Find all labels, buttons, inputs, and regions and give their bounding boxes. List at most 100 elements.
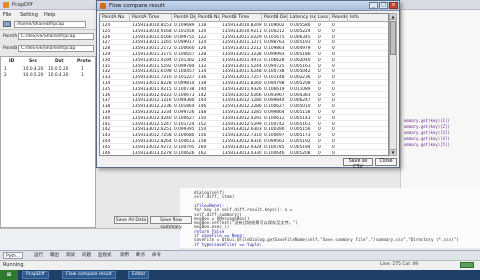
- scroll-down-icon[interactable]: ▼: [390, 149, 396, 155]
- table-cell[interactable]: 1359133012.121624: [130, 98, 172, 103]
- table-cell[interactable]: 132: [100, 69, 130, 74]
- table-cell[interactable]: [348, 64, 388, 69]
- table-cell[interactable]: [348, 122, 388, 127]
- table-cell[interactable]: 0.100738: [262, 69, 288, 74]
- table-cell[interactable]: 1359133011.323885: [220, 52, 262, 57]
- table-cell[interactable]: [348, 104, 388, 109]
- table-cell[interactable]: 130: [100, 58, 130, 63]
- table-cell[interactable]: 128: [196, 52, 220, 57]
- table-cell[interactable]: 148: [196, 110, 220, 115]
- table-cell[interactable]: 124: [100, 23, 130, 28]
- table-cell[interactable]: 0: [330, 145, 348, 150]
- table-cell[interactable]: 0.005042: [288, 69, 316, 74]
- table-cell[interactable]: 0: [330, 52, 348, 57]
- table-cell[interactable]: 139: [100, 110, 130, 115]
- table-cell[interactable]: 140: [100, 116, 130, 121]
- table-cell[interactable]: 0: [330, 151, 348, 155]
- table-cell[interactable]: 0: [316, 151, 330, 155]
- table-cell[interactable]: 134: [100, 81, 130, 86]
- table-cell[interactable]: [348, 52, 388, 57]
- table-row[interactable]: 1401359133012.4240310.100627150135913301…: [100, 116, 388, 121]
- table-cell[interactable]: 1359133012.529916: [220, 122, 262, 127]
- flow-cell[interactable]: 10.0.4.20: [48, 73, 69, 78]
- flow-cell[interactable]: 2: [4, 73, 7, 78]
- table-cell[interactable]: 0: [316, 52, 330, 57]
- taskbar-item[interactable]: Editor: [128, 271, 150, 279]
- tab-command[interactable]: 命令: [150, 252, 163, 259]
- close-icon[interactable]: ×: [389, 2, 398, 9]
- table-cell[interactable]: [348, 23, 388, 28]
- table-cell[interactable]: 1359133012.228698: [220, 104, 262, 109]
- table-cell[interactable]: 0.002236: [288, 75, 316, 80]
- table-cell[interactable]: 1359133011.221211: [220, 46, 262, 51]
- table-row[interactable]: 1301359133011.4194610.101302130135913301…: [100, 58, 388, 63]
- table-cell[interactable]: 0.100390: [262, 127, 288, 132]
- table-cell[interactable]: 1359133012.424031: [130, 116, 172, 121]
- table-cell[interactable]: 0.005161: [288, 64, 316, 69]
- table-cell[interactable]: 0: [330, 64, 348, 69]
- table-cell[interactable]: 0.101227: [172, 75, 196, 80]
- table-cell[interactable]: 0: [330, 58, 348, 63]
- table-cell[interactable]: 0: [316, 122, 330, 127]
- flow-cell[interactable]: 10.0.4.20: [23, 67, 44, 72]
- table-cell[interactable]: 0.006345: [288, 35, 316, 40]
- table-cell[interactable]: [348, 133, 388, 138]
- table-cell[interactable]: 1359133012.630306: [220, 127, 262, 132]
- table-cell[interactable]: 1359133011.826041: [220, 81, 262, 86]
- table-cell[interactable]: 1359133010.815391: [130, 23, 172, 28]
- table-cell[interactable]: 1359133011.116518: [130, 40, 172, 45]
- flow-cell[interactable]: 10.0.5.20: [48, 67, 69, 72]
- table-cell[interactable]: 146: [100, 151, 130, 155]
- table-cell[interactable]: 1359133011.127179: [220, 40, 262, 45]
- table-cell[interactable]: 1359133011.022947: [220, 35, 262, 40]
- table-cell[interactable]: 137: [100, 98, 130, 103]
- table-cell[interactable]: 154: [196, 127, 220, 132]
- table-cell[interactable]: 162: [196, 151, 220, 155]
- table-row[interactable]: 1451359133012.9272260.100795160135913301…: [100, 145, 388, 150]
- table-cell[interactable]: 158: [196, 139, 220, 144]
- table-cell[interactable]: 0.099755: [172, 35, 196, 40]
- table-cell[interactable]: 0.004979: [288, 46, 316, 51]
- table-cell[interactable]: [348, 29, 388, 34]
- table-row[interactable]: 1441359133012.8264430.100613158135913301…: [100, 139, 388, 145]
- table-row[interactable]: 1281359133011.2172320.100660126135913301…: [100, 46, 388, 52]
- table-cell[interactable]: 0.101302: [172, 58, 196, 63]
- flow-col-src[interactable]: Src: [29, 59, 37, 64]
- table-cell[interactable]: 0: [330, 40, 348, 45]
- table-cell[interactable]: [348, 151, 388, 155]
- table-cell[interactable]: 0.100697: [262, 133, 288, 138]
- table-cell[interactable]: 1359133012.328562: [220, 110, 262, 115]
- table-cell[interactable]: 118: [196, 23, 220, 28]
- table-cell[interactable]: 0.101675: [262, 35, 288, 40]
- table-cell[interactable]: 0.005224: [288, 29, 316, 34]
- table-cell[interactable]: 0.005186: [288, 52, 316, 57]
- table-cell[interactable]: 145: [100, 145, 130, 150]
- table-cell[interactable]: 0: [316, 75, 330, 80]
- table-cell[interactable]: 0.100613: [172, 139, 196, 144]
- table-row[interactable]: 1411359133012.5247550.101724152135913301…: [100, 122, 388, 127]
- table-cell[interactable]: 134: [196, 69, 220, 74]
- table-cell[interactable]: 144: [100, 139, 130, 144]
- table-cell[interactable]: 1359133011.624844: [220, 69, 262, 74]
- table-cell[interactable]: 0: [316, 81, 330, 86]
- save-all-data-button[interactable]: Save All Data: [114, 216, 148, 224]
- table-cell[interactable]: [348, 127, 388, 132]
- table-cell[interactable]: 0: [316, 69, 330, 74]
- table-row[interactable]: 1241359133010.8153910.109689118135913301…: [100, 23, 388, 29]
- table-cell[interactable]: 0: [316, 110, 330, 115]
- table-cell[interactable]: [348, 75, 388, 80]
- table-cell[interactable]: [348, 35, 388, 40]
- table-cell[interactable]: 1359133012.731003: [220, 133, 262, 138]
- table-cell[interactable]: 0.100680: [172, 133, 196, 138]
- table-cell[interactable]: 1359133012.932420: [220, 145, 262, 150]
- table-cell[interactable]: 0.100657: [172, 52, 196, 57]
- table-cell[interactable]: 0.099844: [262, 98, 288, 103]
- table-cell[interactable]: 150: [196, 116, 220, 121]
- table-cell[interactable]: 1359133010.916847: [130, 29, 172, 34]
- table-cell[interactable]: 0.100212: [262, 29, 288, 34]
- table-cell[interactable]: 1359133011.497212: [220, 58, 262, 63]
- table-cell[interactable]: 0.093967: [262, 93, 288, 98]
- flow-cell[interactable]: 1: [81, 67, 84, 72]
- scroll-thumb[interactable]: [390, 21, 396, 55]
- tab-debug[interactable]: 调试: [64, 252, 77, 259]
